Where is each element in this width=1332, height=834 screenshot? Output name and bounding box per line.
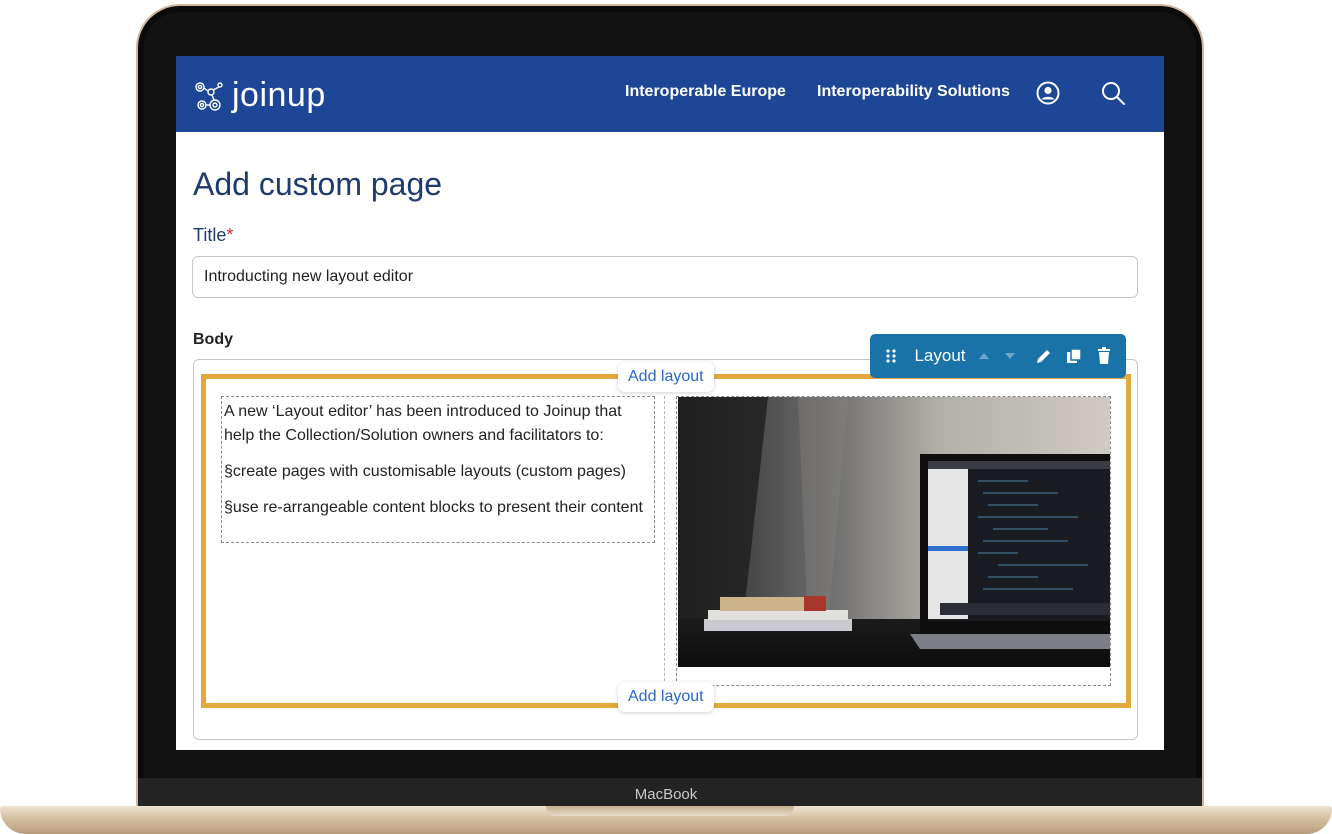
title-input[interactable] — [192, 256, 1138, 298]
device-label: MacBook — [634, 786, 698, 803]
logo-text: joinup — [232, 76, 326, 114]
joinup-logo[interactable]: joinup — [192, 76, 326, 115]
required-marker: * — [226, 225, 234, 245]
body-field-label: Body — [193, 331, 233, 348]
layout-toolbar: Layout — [870, 334, 1126, 378]
trash-glyph — [1098, 347, 1110, 364]
column-divider — [664, 396, 665, 686]
laptop-desk-photo — [678, 397, 1110, 667]
add-layout-button-bottom[interactable]: Add layout — [618, 682, 714, 712]
laptop-notch — [546, 806, 794, 816]
layout-toolbar-label: Layout — [914, 334, 966, 378]
site-header: joinup Interoperable Europe Interoperabi… — [176, 56, 1164, 132]
drag-handle-icon[interactable] — [880, 334, 902, 378]
duplicate-icon[interactable] — [1062, 334, 1086, 378]
text-block[interactable]: A new ‘Layout editor’ has been introduce… — [221, 396, 655, 543]
search-icon[interactable] — [1100, 80, 1126, 106]
pencil-glyph — [1037, 350, 1050, 363]
bullet-item: §create pages with customisable layouts … — [224, 463, 626, 480]
copy-glyph — [1067, 348, 1082, 363]
logo-network-icon — [195, 81, 223, 111]
layout-label-text: Layout — [914, 346, 966, 365]
delete-trash-icon[interactable] — [1092, 334, 1116, 378]
intro-paragraph: A new ‘Layout editor’ has been introduce… — [224, 403, 622, 444]
edit-pencil-icon[interactable] — [1032, 334, 1056, 378]
user-account-icon[interactable] — [1036, 81, 1060, 105]
page-title: Add custom page — [193, 166, 443, 202]
add-layout-button-top[interactable]: Add layout — [618, 362, 714, 392]
move-down-icon[interactable] — [1000, 334, 1020, 378]
nav-interoperable-europe[interactable]: Interoperable Europe — [625, 83, 786, 101]
caret-up-glyph — [979, 353, 989, 359]
drag-dots-glyph — [886, 349, 896, 363]
caret-down-glyph — [1005, 353, 1015, 359]
title-label-text: Title — [193, 225, 227, 245]
screen: joinup Interoperable Europe Interoperabi… — [176, 56, 1164, 750]
bullet-item: §use re-arrangeable content blocks to pr… — [224, 499, 643, 516]
nav-interoperability-solutions[interactable]: Interoperability Solutions — [817, 83, 1010, 101]
move-up-icon[interactable] — [974, 334, 994, 378]
title-field-label: Title* — [193, 225, 233, 246]
